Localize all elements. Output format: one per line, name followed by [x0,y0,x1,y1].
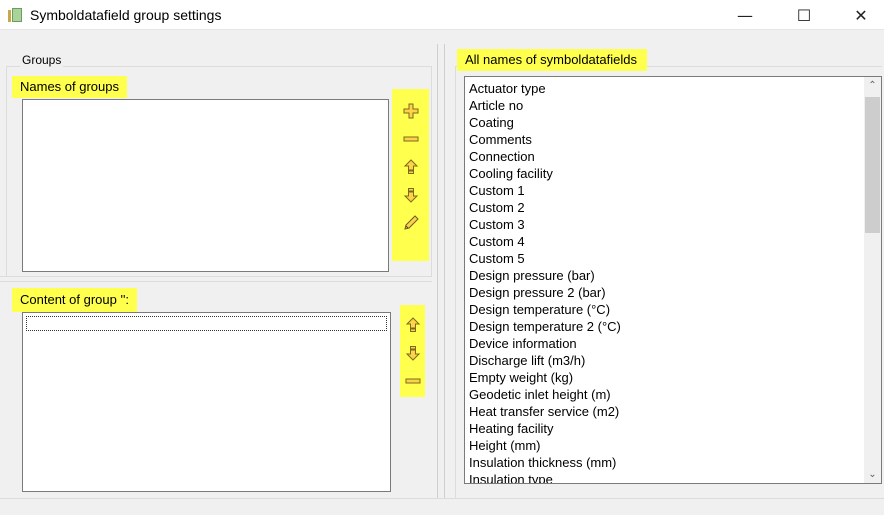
all-names-label: All names of symboldatafields [457,49,647,71]
arrow-up-icon [403,159,418,174]
group-content-toolbar [400,305,425,397]
window-title: Symboldatafield group settings [30,7,222,23]
arrow-down-icon [403,188,418,203]
list-item[interactable]: Custom 1 [469,182,859,199]
remove-field-button[interactable] [401,367,425,395]
scroll-thumb[interactable] [865,97,880,233]
list-item[interactable]: Geodetic inlet height (m) [469,386,859,403]
move-group-up-button[interactable] [399,153,423,181]
arrow-up-icon [405,317,420,332]
list-item[interactable]: Heating facility [469,420,859,437]
content-of-group-label: Content of group '': [12,288,138,312]
list-item[interactable]: Insulation type [469,471,859,483]
list-item[interactable]: Height (mm) [469,437,859,454]
group-names-list[interactable] [22,99,389,272]
title-bar: Symboldatafield group settings — ☐ ✕ [0,0,884,30]
vertical-splitter[interactable] [437,44,445,498]
list-item[interactable]: Design temperature (°C) [469,301,859,318]
close-button[interactable]: ✕ [838,0,884,30]
list-item[interactable]: Insulation thickness (mm) [469,454,859,471]
app-icon [8,8,22,22]
scroll-up-arrow[interactable]: ⌃ [864,77,881,94]
move-group-down-button[interactable] [399,181,423,209]
rename-group-button[interactable] [399,209,423,237]
list-item[interactable]: Actuator type [469,80,859,97]
list-item[interactable]: Design pressure 2 (bar) [469,284,859,301]
list-item[interactable]: Custom 5 [469,250,859,267]
list-item[interactable]: Design pressure (bar) [469,267,859,284]
names-of-groups-label: Names of groups [12,76,127,98]
list-item[interactable]: Comments [469,131,859,148]
plus-icon [403,103,418,119]
scroll-down-arrow[interactable]: ⌄ [864,466,881,483]
pencil-icon [403,215,419,230]
group-content-list[interactable] [22,312,391,492]
minus-icon [405,378,420,384]
add-group-button[interactable] [399,97,423,125]
minimize-button[interactable]: — [722,0,768,30]
all-fields-list[interactable]: Actuator type Article no Coating Comments Co… [464,76,882,484]
move-field-up-button[interactable] [401,311,425,339]
list-item[interactable]: Custom 3 [469,216,859,233]
list-item[interactable]: Discharge lift (m3/h) [469,352,859,369]
group-names-toolbar [392,89,429,261]
list-item[interactable]: Cooling facility [469,165,859,182]
groups-box-label: Groups [20,53,64,67]
list-item[interactable]: Heat transfer service (m2) [469,403,859,420]
move-field-down-button[interactable] [401,339,425,367]
arrow-down-icon [405,346,420,361]
focus-rectangle [26,316,387,331]
remove-group-button[interactable] [399,125,423,153]
vertical-scrollbar[interactable]: ⌃ ⌄ [864,77,881,483]
list-item[interactable]: Custom 2 [469,199,859,216]
list-item[interactable]: Custom 4 [469,233,859,250]
list-item[interactable]: Design temperature 2 (°C) [469,318,859,335]
list-item[interactable]: Empty weight (kg) [469,369,859,386]
list-item[interactable]: Coating [469,114,859,131]
status-bar [0,498,884,515]
maximize-button[interactable]: ☐ [781,0,827,30]
list-item[interactable]: Article no [469,97,859,114]
all-fields-items: Actuator type Article no Coating Comments Co… [469,80,859,483]
list-item[interactable]: Device information [469,335,859,352]
horizontal-splitter[interactable] [0,276,432,282]
list-item[interactable]: Connection [469,148,859,165]
minus-icon [403,136,418,142]
